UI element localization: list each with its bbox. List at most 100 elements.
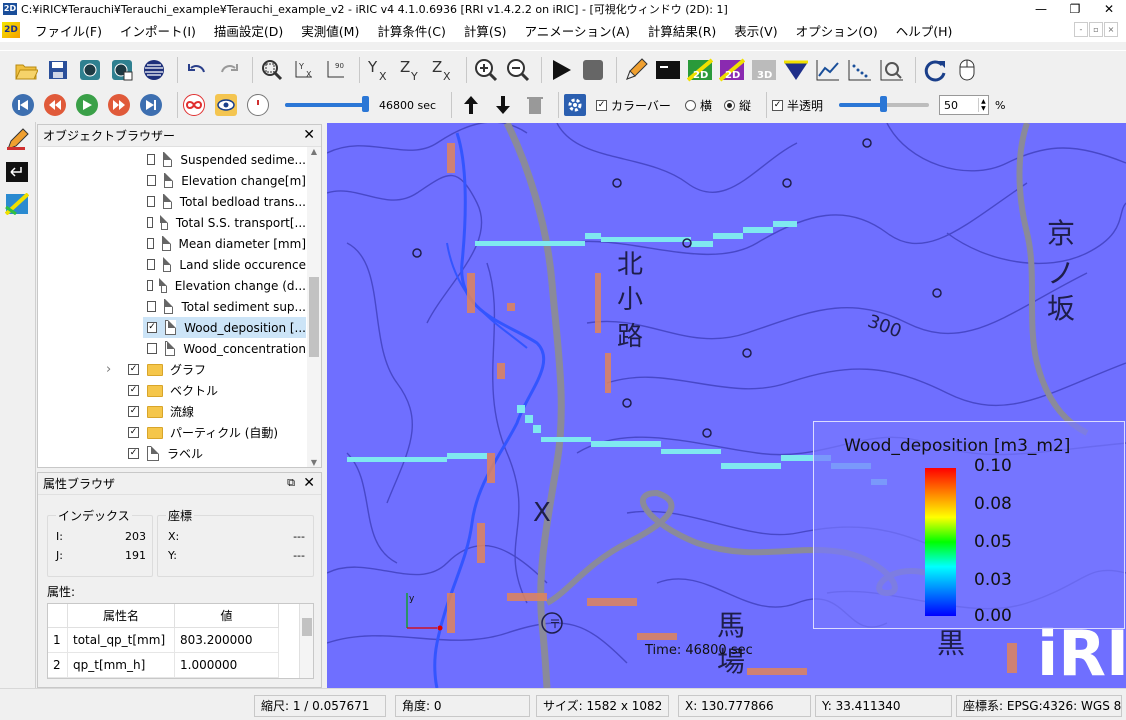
snapshot-icon[interactable] [108, 56, 136, 84]
tree-item-checkbox[interactable] [147, 238, 155, 249]
vertical-radio[interactable] [723, 99, 735, 111]
menu-import[interactable]: インポート(I) [111, 21, 205, 40]
restore-button[interactable]: ❐ [1058, 0, 1092, 18]
run-icon[interactable] [547, 56, 575, 84]
last-frame-icon[interactable] [140, 94, 162, 116]
tree-item-checkbox[interactable] [147, 196, 156, 207]
tree-item-checkbox[interactable] [147, 259, 155, 270]
axis-xy-icon[interactable]: YX [290, 56, 318, 84]
play-icon[interactable] [76, 94, 98, 116]
mdi-restore-button[interactable]: ▫ [1089, 22, 1103, 37]
zoom-in-icon[interactable] [472, 56, 500, 84]
tree-item[interactable]: ✓ ベクトル [124, 380, 306, 401]
scroll-down-icon[interactable]: ▼ [307, 458, 321, 467]
scatter-icon[interactable] [846, 56, 874, 84]
mdi-minimize-button[interactable]: - [1074, 22, 1088, 37]
zoom-out-icon[interactable] [504, 56, 532, 84]
tree-item[interactable]: › ✓ グラフ [106, 359, 306, 380]
menu-file[interactable]: ファイル(F) [26, 21, 111, 40]
tree-item-checkbox[interactable]: ✓ [128, 385, 139, 396]
tree-item[interactable]: Mean diameter [mm] [143, 233, 306, 254]
graph-icon[interactable] [814, 56, 842, 84]
globe-icon[interactable] [140, 56, 168, 84]
visualization-2d-canvas[interactable]: X 〒 北 小 路 京 ノ 坂 馬 場 黒 300 y iRIC Wood_de… [327, 123, 1126, 688]
tree-item[interactable]: ✓ Wood_deposition [... [143, 317, 306, 338]
colorbar-legend[interactable]: Wood_deposition [m3_m2] 0.10 0.08 0.05 0… [813, 421, 1125, 629]
mouse-icon[interactable] [953, 56, 981, 84]
object-browser-scrollbar[interactable]: ▲ ▼ [307, 147, 321, 467]
menu-animation[interactable]: アニメーション(A) [516, 21, 639, 40]
menu-results[interactable]: 計算結果(R) [639, 21, 725, 40]
tree-item[interactable]: ✓ 流線 [124, 401, 306, 422]
view-zx-icon[interactable]: ZX [429, 56, 457, 84]
tree-item-checkbox[interactable] [147, 280, 153, 291]
step-forward-icon[interactable] [108, 94, 130, 116]
undo-icon[interactable] [183, 56, 211, 84]
menu-calc-conditions[interactable]: 計算条件(C) [368, 21, 454, 40]
mdi-close-button[interactable]: × [1104, 22, 1118, 37]
transparency-slider[interactable] [838, 96, 929, 112]
close-icon[interactable]: ✕ [303, 475, 315, 491]
tree-item-checkbox[interactable] [147, 154, 156, 165]
close-icon[interactable]: ✕ [303, 127, 315, 143]
stop-icon[interactable] [579, 56, 607, 84]
tree-item[interactable]: Land slide occurence [143, 254, 306, 275]
tree-item[interactable]: Elevation change[m] [143, 170, 306, 191]
attribute-table-scrollbar[interactable] [299, 604, 313, 678]
menu-calculation[interactable]: 計算(S) [455, 21, 516, 40]
console-icon[interactable] [654, 56, 682, 84]
tree-item-checkbox[interactable] [147, 175, 156, 186]
tree-item[interactable]: Suspended sedime... [143, 149, 306, 170]
redo-icon[interactable] [215, 56, 243, 84]
return-icon[interactable] [3, 158, 31, 186]
scroll-up-icon[interactable]: ▲ [307, 147, 321, 156]
loop-icon[interactable] [183, 94, 205, 116]
tree-item[interactable]: Total bedload trans... [143, 191, 306, 212]
arrow-down-icon[interactable] [489, 91, 517, 119]
color-map-icon[interactable] [3, 190, 31, 218]
colorbar-checkbox[interactable]: ✓ [596, 99, 608, 111]
tree-item-checkbox[interactable]: ✓ [147, 322, 158, 333]
arrow-up-icon[interactable] [457, 91, 485, 119]
tree-item-checkbox[interactable] [147, 217, 154, 228]
zoom-fit-icon[interactable] [258, 56, 286, 84]
tree-item[interactable]: Elevation change (d... [143, 275, 306, 296]
menu-view[interactable]: 表示(V) [725, 21, 786, 40]
graph-zoom-icon[interactable] [878, 56, 906, 84]
menu-help[interactable]: ヘルプ(H) [887, 21, 962, 40]
semi-transparent-checkbox[interactable]: ✓ [771, 99, 783, 111]
tree-item[interactable]: ✓ ラベル [124, 443, 306, 464]
post-2d-icon[interactable]: 2D [686, 56, 714, 84]
spin-arrows-icon[interactable]: ▲ ▼ [977, 98, 988, 112]
attribute-value-cell[interactable]: 803.200000 [175, 628, 279, 653]
header-name[interactable]: 属性名 [68, 604, 175, 628]
tree-item-checkbox[interactable]: ✓ [128, 364, 139, 375]
tree-item-checkbox[interactable]: ✓ [128, 406, 139, 417]
first-frame-icon[interactable] [12, 94, 34, 116]
timer-icon[interactable] [247, 94, 269, 116]
tree-item[interactable]: Total sediment sup... [143, 296, 306, 317]
tree-item-checkbox[interactable]: ✓ [128, 427, 139, 438]
save-icon[interactable] [44, 56, 72, 84]
attribute-name-cell[interactable]: qp_t[mm_h] [68, 653, 175, 678]
time-slider[interactable] [285, 96, 369, 112]
float-icon[interactable]: ⧉ [287, 476, 295, 490]
close-button[interactable]: ✕ [1092, 0, 1126, 18]
step-back-icon[interactable] [44, 94, 66, 116]
view-yx-icon[interactable]: YX [365, 56, 393, 84]
tree-item[interactable]: Total S.S. transport[... [143, 212, 306, 233]
minimize-button[interactable]: — [1024, 0, 1058, 18]
eye-icon[interactable] [215, 94, 237, 116]
menu-draw-settings[interactable]: 描画設定(D) [205, 21, 292, 40]
expand-arrow-icon[interactable]: › [106, 362, 111, 377]
menu-measured[interactable]: 実測値(M) [292, 21, 368, 40]
settings-gear-icon[interactable] [564, 94, 587, 116]
open-folder-icon[interactable] [12, 56, 40, 84]
tree-item[interactable]: ✓ パーティクル (自動) [124, 422, 306, 443]
transparency-spinbox[interactable]: 50 ▲ ▼ [938, 95, 989, 115]
view-zy-icon[interactable]: ZY [397, 56, 425, 84]
rotate-90-icon[interactable]: 90 [322, 56, 350, 84]
tree-item-checkbox[interactable]: ✓ [128, 448, 139, 459]
tree-item[interactable]: Wood_concentration [143, 338, 306, 359]
post-3d-icon[interactable]: 3D [750, 56, 778, 84]
